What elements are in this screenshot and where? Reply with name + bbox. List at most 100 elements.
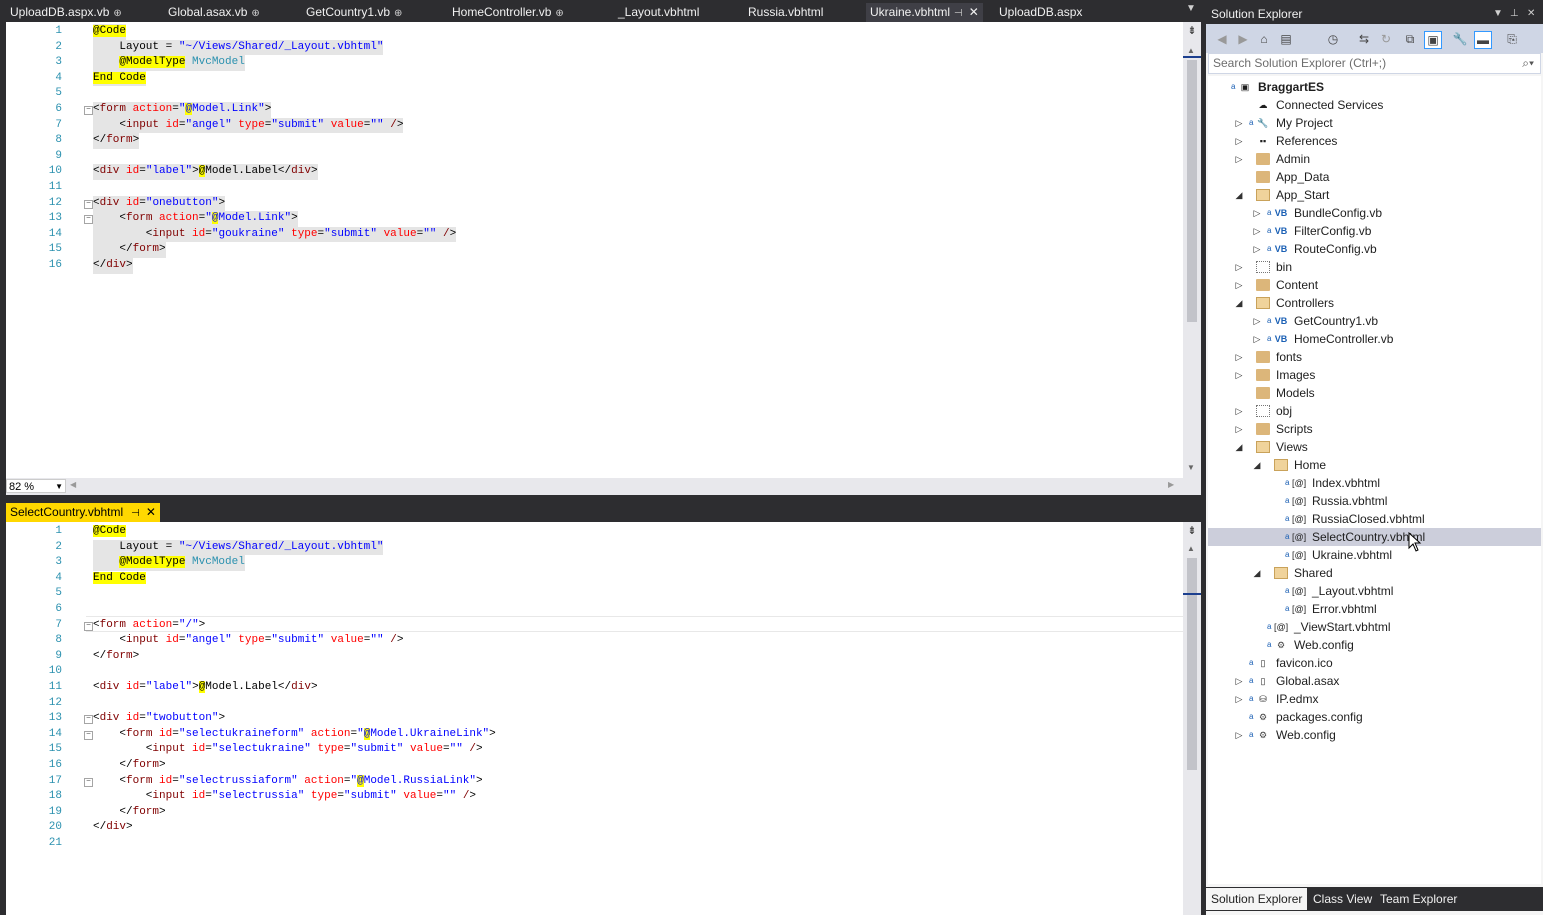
refresh-icon[interactable]: ↻ xyxy=(1378,31,1394,47)
tab-layout-vbhtml[interactable]: _Layout.vbhtml xyxy=(618,3,699,22)
code-line[interactable]: 7 <input id="angel" type="submit" value=… xyxy=(6,117,1186,134)
code-line[interactable]: 17 − <form id="selectrussiaform" action="… xyxy=(6,774,1186,790)
tree-item[interactable]: a ⚙ packages.config xyxy=(1208,708,1541,726)
tree-item[interactable]: ☁ Connected Services xyxy=(1208,96,1541,114)
vertical-scrollbar[interactable]: ⇟ ▲ xyxy=(1183,522,1201,915)
collapse-all-icon[interactable]: ⧉ xyxy=(1402,31,1418,47)
code-line[interactable]: 21 xyxy=(6,836,1186,852)
tree-item[interactable]: ▷ fonts xyxy=(1208,348,1541,366)
code-line[interactable]: 13 − <form action="@Model.Link"> xyxy=(6,211,1186,227)
collapse-region-icon[interactable]: − xyxy=(84,730,93,740)
expand-icon[interactable]: ▷ xyxy=(1252,204,1262,222)
tree-item[interactable]: ▷ bin xyxy=(1208,258,1541,276)
code-line[interactable]: 9 </form> xyxy=(6,649,1186,665)
code-line[interactable]: 8 <input id="angel" type="submit" value=… xyxy=(6,633,1186,649)
code-line[interactable]: 12 − <div id="onebutton"> xyxy=(6,195,1186,212)
expand-icon[interactable]: ▷ xyxy=(1252,222,1262,240)
code-line[interactable]: 14 − <form id="selectukraineform" action=… xyxy=(6,727,1186,743)
code-line[interactable]: 10 <div id="label">@Model.Label</div> xyxy=(6,164,1186,180)
code-line[interactable]: 1 @Code xyxy=(6,24,1186,40)
code-line[interactable]: 14 <input id="goukraine" type="submit" v… xyxy=(6,226,1186,243)
code-line[interactable]: 12 xyxy=(6,696,1186,712)
collapse-region-icon[interactable]: − xyxy=(84,215,93,225)
tree-item[interactable]: ▷ Admin xyxy=(1208,150,1541,168)
expand-icon[interactable]: ▷ xyxy=(1234,348,1244,366)
code-line[interactable]: 20 </div> xyxy=(6,820,1186,836)
preview-selected-icon[interactable]: ▬ xyxy=(1474,31,1492,49)
tab-class-view[interactable]: Class View xyxy=(1308,888,1377,910)
close-icon[interactable]: ✕ xyxy=(969,5,979,19)
tree-item[interactable]: ◢ Shared xyxy=(1208,564,1541,582)
expand-icon[interactable]: ▷ xyxy=(1252,240,1262,258)
tree-item[interactable]: ▷ Scripts xyxy=(1208,420,1541,438)
collapse-icon[interactable]: ◢ xyxy=(1234,438,1244,456)
close-icon[interactable]: ✕ xyxy=(1527,4,1535,24)
expand-icon[interactable]: ▷ xyxy=(1234,132,1244,150)
collapse-icon[interactable]: ◢ xyxy=(1252,564,1262,582)
tree-item[interactable]: a [@] Ukraine.vbhtml xyxy=(1208,546,1541,564)
tab-team-explorer[interactable]: Team Explorer xyxy=(1375,888,1462,910)
code-line[interactable]: 16 </div> xyxy=(6,258,1186,274)
tree-item[interactable]: a [@] _Layout.vbhtml xyxy=(1208,582,1541,600)
bottom-code-editor[interactable]: 1 @Code 2 Layout = "~/Views/Shared/_Layout… xyxy=(6,522,1201,915)
tree-item[interactable]: ▷ ▪▪ References xyxy=(1208,132,1541,150)
expand-icon[interactable]: ▷ xyxy=(1234,150,1244,168)
scroll-right-icon[interactable]: ▶ xyxy=(1168,480,1174,489)
home-icon[interactable]: ⌂ xyxy=(1256,31,1272,47)
expand-icon[interactable]: ▷ xyxy=(1234,402,1244,420)
expand-icon[interactable]: ▷ xyxy=(1234,420,1244,438)
tree-item[interactable]: a [@] Error.vbhtml xyxy=(1208,600,1541,618)
tree-item[interactable]: a ▯ favicon.ico xyxy=(1208,654,1541,672)
tree-item[interactable]: ▷ Content xyxy=(1208,276,1541,294)
code-line[interactable]: 15 </form> xyxy=(6,242,1186,258)
split-icon[interactable]: ⇟ xyxy=(1185,24,1199,38)
tree-item[interactable]: a ⚙ Web.config xyxy=(1208,636,1541,654)
code-line[interactable]: 3 @ModelType MvcModel xyxy=(6,55,1186,71)
expand-icon[interactable]: ▷ xyxy=(1252,312,1262,330)
code-line[interactable]: 1 @Code xyxy=(6,524,1186,540)
code-line[interactable]: 2 Layout = "~/Views/Shared/_Layout.vbhtm… xyxy=(6,39,1186,56)
code-line[interactable]: 6 xyxy=(6,602,1186,618)
code-line[interactable]: 11 xyxy=(6,180,1186,196)
tab-selectcountry-vbhtml[interactable]: SelectCountry.vbhtml ⊣ ✕ xyxy=(6,503,160,522)
tab-russia-vbhtml[interactable]: Russia.vbhtml xyxy=(748,3,823,22)
tab-global-asax-vb[interactable]: Global.asax.vb ⊕ xyxy=(168,3,260,22)
code-line[interactable]: 15 <input id="selectukraine" type="submi… xyxy=(6,742,1186,758)
code-line[interactable]: 6 − <form action="@Model.Link"> xyxy=(6,102,1186,118)
tree-item[interactable]: a [@] _ViewStart.vbhtml xyxy=(1208,618,1541,636)
code-line[interactable]: 7 − <form action="/"> xyxy=(6,618,1186,634)
expand-icon[interactable]: ▷ xyxy=(1234,114,1244,132)
tree-item[interactable]: ▷ a ⚙ Web.config xyxy=(1208,726,1541,744)
tree-item[interactable]: ▷ a VB BundleConfig.vb xyxy=(1208,204,1541,222)
tree-item[interactable]: ▷ a ⛁ IP.edmx xyxy=(1208,690,1541,708)
expand-icon[interactable]: ▷ xyxy=(1234,726,1244,744)
collapse-region-icon[interactable]: − xyxy=(84,621,93,631)
tab-ukraine-vbhtml[interactable]: Ukraine.vbhtml ⊣ ✕ xyxy=(866,3,983,22)
collapse-region-icon[interactable]: − xyxy=(84,777,93,787)
split-icon[interactable]: ⇟ xyxy=(1185,524,1199,538)
vertical-scrollbar[interactable]: ⇟ ▲ ▼ xyxy=(1183,22,1201,478)
close-icon[interactable]: ✕ xyxy=(146,505,156,519)
tree-item[interactable]: ▷ a 🔧 My Project xyxy=(1208,114,1541,132)
tab-overflow-dropdown-icon[interactable]: ▼ xyxy=(1186,3,1196,14)
expand-icon[interactable]: ▷ xyxy=(1234,366,1244,384)
search-solution-explorer-input[interactable]: Search Solution Explorer (Ctrl+;) ⌕▾ xyxy=(1208,53,1541,74)
tree-item[interactable]: a [@] SelectCountry.vbhtml xyxy=(1208,528,1541,546)
tab-getcountry1-vb[interactable]: GetCountry1.vb ⊕ xyxy=(306,3,402,22)
expand-icon[interactable]: ▷ xyxy=(1234,276,1244,294)
code-line[interactable]: 5 xyxy=(6,86,1186,102)
scroll-up-icon[interactable]: ▲ xyxy=(1187,46,1195,55)
back-icon[interactable]: ◀ xyxy=(1214,31,1230,47)
code-line[interactable]: 16 </form> xyxy=(6,758,1186,774)
collapse-icon[interactable]: ◢ xyxy=(1252,456,1262,474)
tree-item[interactable]: ◢ Views xyxy=(1208,438,1541,456)
expand-icon[interactable]: ▷ xyxy=(1234,672,1244,690)
tree-item[interactable]: a [@] Index.vbhtml xyxy=(1208,474,1541,492)
show-all-files-icon[interactable]: ▣ xyxy=(1424,31,1442,49)
code-line[interactable]: 11 <div id="label">@Model.Label</div> xyxy=(6,680,1186,696)
collapse-region-icon[interactable]: − xyxy=(84,106,93,115)
expand-icon[interactable]: ▷ xyxy=(1234,258,1244,276)
code-line[interactable]: 13 − <div id="twobutton"> xyxy=(6,711,1186,727)
tree-item[interactable]: a [@] Russia.vbhtml xyxy=(1208,492,1541,510)
code-line[interactable]: 9 xyxy=(6,149,1186,165)
